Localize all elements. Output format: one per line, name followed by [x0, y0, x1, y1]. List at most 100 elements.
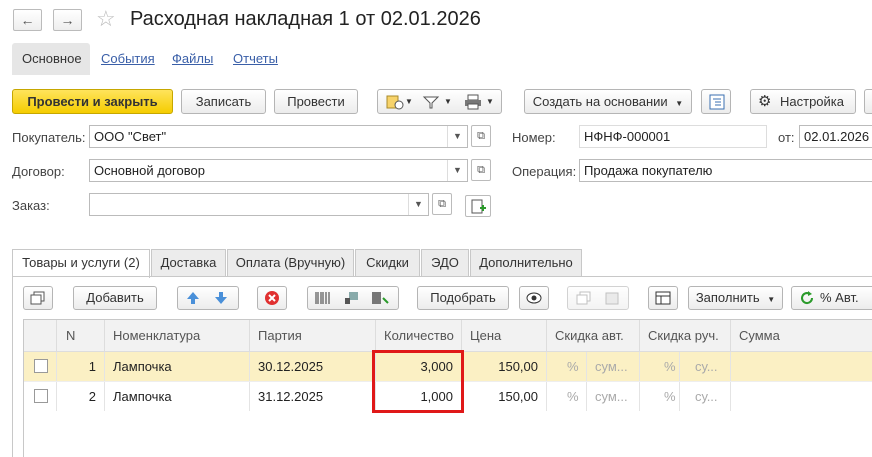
chevron-down-icon[interactable]: ▼	[486, 90, 494, 113]
favorite-star-icon[interactable]: ☆	[96, 6, 116, 32]
operation-value: Продажа покупателю	[584, 163, 713, 178]
structure-button[interactable]	[701, 89, 731, 114]
auto-percent-label: % Авт.	[820, 290, 859, 305]
section-tab-files[interactable]: Файлы	[162, 43, 223, 75]
fill-button[interactable]: Заполнить ▼	[688, 286, 783, 310]
row-auto-pct: %	[547, 382, 587, 411]
order-field[interactable]: ▼	[89, 193, 429, 216]
row-batch[interactable]: 31.12.2025	[250, 382, 376, 411]
open-icon: ⧉	[477, 164, 485, 176]
select-button[interactable]: Подобрать	[417, 286, 509, 310]
open-buyer-button[interactable]: ⧉	[471, 125, 491, 147]
column-header-auto-discount[interactable]: Скидка авт.	[547, 320, 640, 352]
buyer-label: Покупатель:	[12, 130, 86, 145]
printer-icon[interactable]	[464, 94, 482, 110]
view-button[interactable]	[519, 286, 549, 310]
barcode-group	[307, 286, 399, 310]
page-title: Расходная накладная 1 от 02.01.2026	[130, 8, 481, 30]
settings-button[interactable]: ⚙ Настройка	[750, 89, 856, 114]
section-tab-events[interactable]: События	[91, 43, 165, 75]
column-header-sum[interactable]: Сумма	[731, 320, 872, 352]
arrow-down-icon[interactable]	[214, 291, 228, 305]
tool-button-group: ▼ ▼ ▼	[377, 89, 502, 114]
section-tab-main[interactable]: Основное	[12, 43, 90, 75]
eye-icon	[526, 292, 542, 304]
number-label: Номер:	[512, 130, 556, 145]
row-item[interactable]: Лампочка	[105, 352, 250, 381]
column-header-item[interactable]: Номенклатура	[105, 320, 250, 352]
row-man-sum: су...	[680, 382, 731, 411]
date-field[interactable]: 02.01.2026	[799, 125, 872, 148]
chevron-down-icon: ▼	[675, 99, 684, 108]
contract-value: Основной договор	[94, 163, 205, 178]
tab-payment[interactable]: Оплата (Вручную)	[227, 249, 354, 277]
open-icon: ⧉	[438, 198, 446, 210]
calculator-button[interactable]	[648, 286, 678, 310]
row-price[interactable]: 150,00	[462, 352, 547, 381]
row-sum	[731, 382, 872, 411]
tab-discounts[interactable]: Скидки	[355, 249, 420, 277]
column-header-price[interactable]: Цена	[462, 320, 547, 352]
paste-icon[interactable]	[604, 291, 620, 305]
post-button[interactable]: Провести	[274, 89, 358, 114]
column-header-batch[interactable]: Партия	[250, 320, 376, 352]
contract-field[interactable]: Основной договор ▼	[89, 159, 468, 182]
hierarchy-icon	[708, 94, 726, 110]
copy-row-button[interactable]	[23, 286, 53, 310]
chevron-down-icon[interactable]: ▼	[447, 160, 467, 181]
arrow-up-icon[interactable]	[186, 291, 200, 305]
tab-goods-services[interactable]: Товары и услуги (2)	[12, 249, 150, 278]
auto-percent-button[interactable]: % Авт.	[791, 286, 872, 310]
operation-field[interactable]: Продажа покупателю	[579, 159, 872, 182]
open-contract-button[interactable]: ⧉	[471, 159, 491, 181]
delete-icon	[264, 290, 280, 306]
operation-label: Операция:	[512, 164, 577, 179]
row-checkbox[interactable]	[34, 359, 48, 373]
scanner-icon[interactable]	[343, 291, 361, 305]
add-button[interactable]: Добавить	[73, 286, 157, 310]
filter-icon[interactable]	[422, 94, 440, 110]
row-auto-sum: сум...	[587, 352, 640, 381]
forward-button[interactable]: →	[53, 9, 82, 31]
column-header-manual-discount[interactable]: Скидка руч.	[640, 320, 731, 352]
back-button[interactable]: ←	[13, 9, 42, 31]
column-header-qty[interactable]: Количество	[376, 320, 462, 352]
document-clock-icon[interactable]	[386, 94, 404, 110]
save-button[interactable]: Записать	[181, 89, 266, 114]
create-order-button[interactable]	[465, 195, 491, 217]
buyer-field[interactable]: ООО "Свет" ▼	[89, 125, 468, 148]
row-auto-pct: %	[547, 352, 587, 381]
chevron-down-icon[interactable]: ▼	[444, 90, 452, 113]
settings-label: Настройка	[780, 94, 844, 109]
row-batch[interactable]: 30.12.2025	[250, 352, 376, 381]
date-label: от:	[778, 130, 795, 145]
chevron-down-icon[interactable]: ▼	[405, 90, 413, 113]
row-check-cell	[24, 382, 57, 411]
document-add-icon	[471, 199, 487, 215]
column-header-n[interactable]: N	[57, 320, 105, 352]
row-item[interactable]: Лампочка	[105, 382, 250, 411]
section-tab-reports[interactable]: Отчеты	[223, 43, 288, 75]
chevron-down-icon[interactable]: ▼	[408, 194, 428, 215]
terminal-icon[interactable]	[371, 291, 389, 305]
row-price[interactable]: 150,00	[462, 382, 547, 411]
delete-row-button[interactable]	[257, 286, 287, 310]
tab-delivery[interactable]: Доставка	[151, 249, 226, 277]
number-field[interactable]: НФНФ-000001	[579, 125, 767, 148]
more-button[interactable]	[864, 89, 872, 114]
tab-additional[interactable]: Дополнительно	[470, 249, 582, 277]
move-group	[177, 286, 239, 310]
tab-edo[interactable]: ЭДО	[421, 249, 469, 277]
row-checkbox[interactable]	[34, 389, 48, 403]
fill-label: Заполнить	[695, 290, 760, 305]
open-order-button[interactable]: ⧉	[432, 193, 452, 215]
create-based-on-button[interactable]: Создать на основании ▼	[524, 89, 692, 114]
create-based-label: Создать на основании	[532, 94, 668, 109]
copy-icon[interactable]	[576, 291, 592, 305]
number-value: НФНФ-000001	[584, 129, 671, 144]
post-and-close-button[interactable]: Провести и закрыть	[12, 89, 173, 114]
row-number: 2	[57, 382, 105, 411]
chevron-down-icon[interactable]: ▼	[447, 126, 467, 147]
buyer-value: ООО "Свет"	[94, 129, 167, 144]
barcode-icon[interactable]	[314, 291, 332, 305]
